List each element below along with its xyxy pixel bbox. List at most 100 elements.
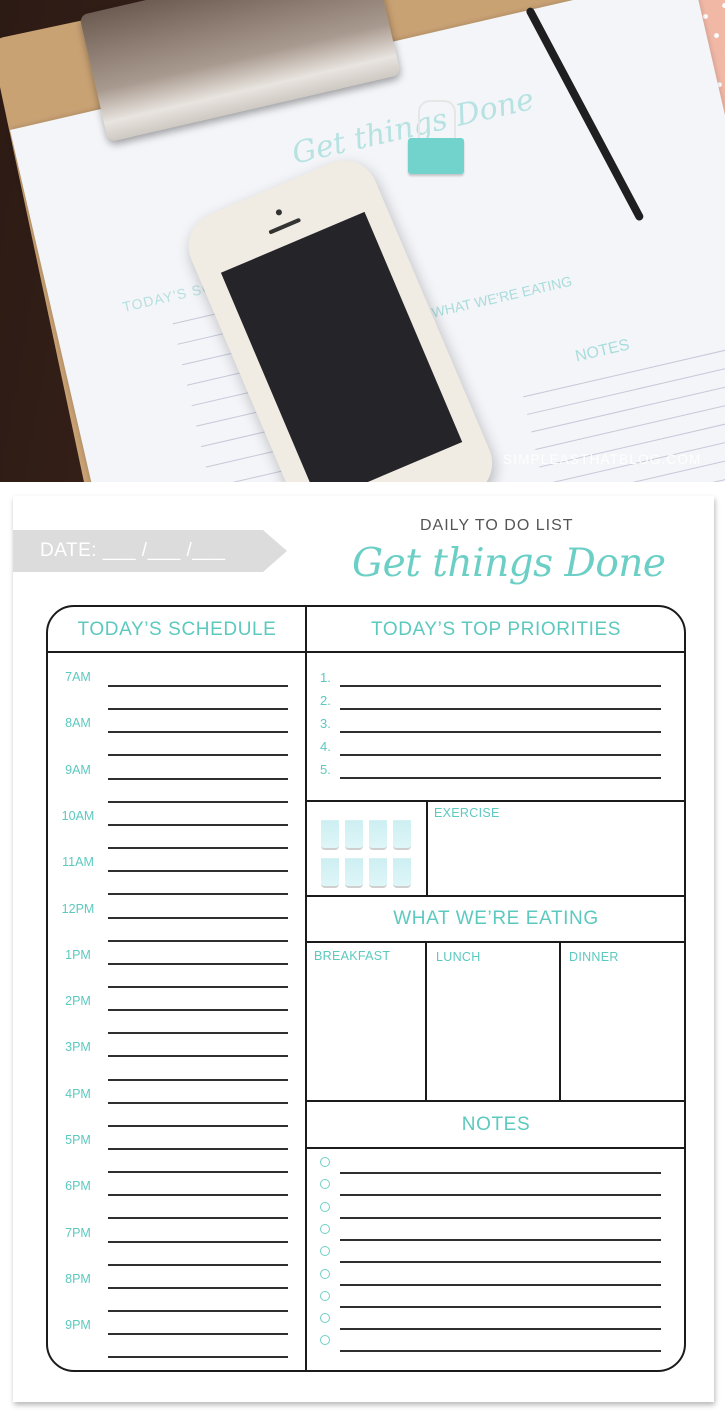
meal-label-breakfast: BREAKFAST (314, 949, 391, 963)
schedule-time-label: 10AM (61, 809, 95, 823)
planner-frame (46, 605, 686, 1372)
meal-label-lunch: LUNCH (436, 950, 481, 964)
water-glass-icon[interactable] (321, 816, 339, 850)
schedule-time-label: 3PM (65, 1040, 91, 1054)
water-glass-icon[interactable] (393, 854, 411, 888)
priority-line[interactable] (340, 754, 661, 756)
priority-number: 5. (320, 762, 331, 777)
note-line[interactable] (340, 1194, 661, 1196)
priority-line[interactable] (340, 685, 661, 687)
priority-line[interactable] (340, 777, 661, 779)
phone-camera (274, 208, 283, 217)
schedule-time-label: 2PM (65, 994, 91, 1008)
schedule-time-label: 1PM (65, 948, 91, 962)
note-bullet-icon[interactable] (320, 1157, 330, 1167)
note-bullet-icon[interactable] (320, 1269, 330, 1279)
note-bullet-icon[interactable] (320, 1313, 330, 1323)
schedule-line[interactable] (108, 708, 288, 710)
schedule-line[interactable] (108, 1148, 288, 1150)
priority-number: 1. (320, 670, 331, 685)
schedule-line[interactable] (108, 917, 288, 919)
page-subtitle: DAILY TO DO LIST (420, 517, 574, 534)
schedule-line[interactable] (108, 1079, 288, 1081)
phone-speaker (268, 217, 302, 235)
schedule-line[interactable] (108, 824, 288, 826)
schedule-time-label: 9PM (65, 1318, 91, 1332)
schedule-time-label: 9AM (65, 763, 91, 777)
exercise-divider (306, 895, 685, 897)
column-divider (305, 606, 307, 1371)
schedule-line[interactable] (108, 754, 288, 756)
schedule-time-label: 5PM (65, 1133, 91, 1147)
notes-header-divider (306, 1147, 685, 1149)
schedule-line[interactable] (108, 1333, 288, 1335)
priorities-heading: TODAY’S TOP PRIORITIES (370, 619, 622, 640)
schedule-time-label: 7AM (65, 670, 91, 684)
schedule-line[interactable] (108, 1125, 288, 1127)
schedule-line[interactable] (108, 1171, 288, 1173)
meals-divider (306, 1100, 685, 1102)
schedule-line[interactable] (108, 986, 288, 988)
schedule-line[interactable] (108, 1055, 288, 1057)
note-bullet-icon[interactable] (320, 1291, 330, 1301)
schedule-line[interactable] (108, 1194, 288, 1196)
schedule-line[interactable] (108, 1356, 288, 1358)
note-bullet-icon[interactable] (320, 1335, 330, 1345)
schedule-line[interactable] (108, 870, 288, 872)
schedule-line[interactable] (108, 940, 288, 942)
note-bullet-icon[interactable] (320, 1179, 330, 1189)
priority-number: 4. (320, 739, 331, 754)
page-title: Get things Done (352, 541, 666, 586)
note-line[interactable] (340, 1261, 661, 1263)
note-line[interactable] (340, 1328, 661, 1330)
note-bullet-icon[interactable] (320, 1246, 330, 1256)
schedule-line[interactable] (108, 1264, 288, 1266)
water-glass-icon[interactable] (321, 854, 339, 888)
schedule-line[interactable] (108, 731, 288, 733)
schedule-line[interactable] (108, 1217, 288, 1219)
schedule-time-label: 11AM (62, 855, 94, 869)
schedule-line[interactable] (108, 801, 288, 803)
water-glass-icon[interactable] (369, 816, 387, 850)
note-line[interactable] (340, 1284, 661, 1286)
exercise-label: EXERCISE (434, 806, 500, 820)
note-line[interactable] (340, 1172, 661, 1174)
schedule-line[interactable] (108, 893, 288, 895)
schedule-line[interactable] (108, 1310, 288, 1312)
note-bullet-icon[interactable] (320, 1224, 330, 1234)
meal-label-dinner: DINNER (569, 950, 619, 964)
note-line[interactable] (340, 1350, 661, 1352)
schedule-time-label: 8AM (65, 716, 91, 730)
schedule-time-label: 6PM (65, 1179, 91, 1193)
schedule-line[interactable] (108, 1241, 288, 1243)
eating-heading: WHAT WE’RE EATING (393, 908, 599, 929)
schedule-line[interactable] (108, 1032, 288, 1034)
water-glass-icon[interactable] (393, 816, 411, 850)
priority-line[interactable] (340, 731, 661, 733)
schedule-time-label: 4PM (65, 1087, 91, 1101)
notes-heading: NOTES (461, 1114, 531, 1135)
date-field[interactable]: DATE: ___ /___ /___ (40, 540, 226, 562)
note-line[interactable] (340, 1306, 661, 1308)
priority-number: 3. (320, 716, 331, 731)
breakfast-lunch-divider (425, 942, 427, 1101)
note-line[interactable] (340, 1217, 661, 1219)
water-glass-icon[interactable] (369, 854, 387, 888)
schedule-line[interactable] (108, 963, 288, 965)
schedule-line[interactable] (108, 685, 288, 687)
water-glass-icon[interactable] (345, 816, 363, 850)
schedule-line[interactable] (108, 1009, 288, 1011)
note-bullet-icon[interactable] (320, 1202, 330, 1212)
note-line[interactable] (340, 1239, 661, 1241)
priorities-divider (306, 800, 685, 802)
watermark: SIMPLEASTHATBLOG.COM (503, 452, 702, 467)
water-glass-icon[interactable] (345, 854, 363, 888)
schedule-time-label: 8PM (65, 1272, 91, 1286)
schedule-line[interactable] (108, 847, 288, 849)
schedule-time-label: 12PM (61, 902, 95, 916)
schedule-line[interactable] (108, 778, 288, 780)
priority-line[interactable] (340, 708, 661, 710)
schedule-line[interactable] (108, 1102, 288, 1104)
schedule-time-label: 7PM (65, 1226, 91, 1240)
schedule-line[interactable] (108, 1287, 288, 1289)
